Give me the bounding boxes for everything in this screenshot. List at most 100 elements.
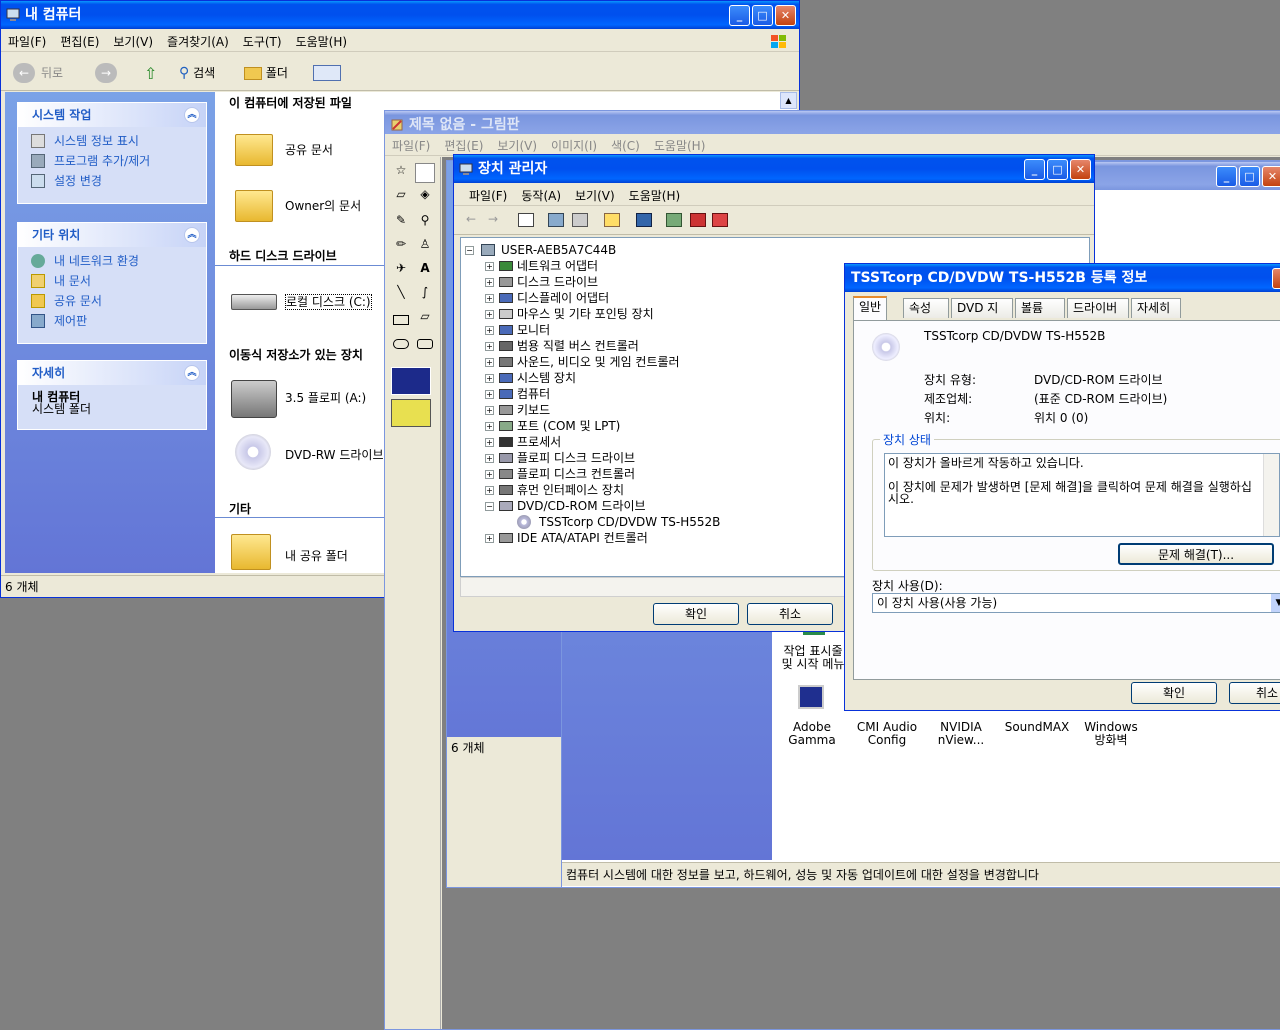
cp-icon-adobe-gamma[interactable]: Adobe Gamma	[772, 685, 852, 747]
expand-icon[interactable]: +	[485, 294, 494, 303]
help-icon[interactable]	[604, 213, 620, 227]
scan-hardware-icon[interactable]	[636, 213, 652, 227]
expand-icon[interactable]: +	[485, 390, 494, 399]
collapse-icon[interactable]: ︽	[184, 365, 200, 381]
folders-button[interactable]: 폴더	[244, 62, 288, 84]
tab-properties[interactable]: 속성	[903, 298, 949, 318]
maximize-button[interactable]: □	[1239, 166, 1260, 187]
up-folder-icon[interactable]: ⇧	[144, 64, 166, 83]
devmgr-titlebar[interactable]: 장치 관리자 _ □ ✕	[454, 155, 1094, 183]
magnifier-icon[interactable]: ⚲	[415, 213, 435, 233]
close-button[interactable]: ✕	[1262, 166, 1280, 187]
show-hide-tree-icon[interactable]	[518, 213, 534, 227]
expand-icon[interactable]: +	[485, 438, 494, 447]
forward-arrow-icon[interactable]: →	[95, 63, 117, 83]
option-icon[interactable]	[391, 367, 431, 395]
pencil-icon[interactable]: ✏	[391, 237, 411, 257]
expand-icon[interactable]: +	[485, 326, 494, 335]
place-control-panel[interactable]: 제어판	[18, 311, 206, 331]
properties-cancel-button[interactable]: 취소	[1229, 682, 1280, 704]
mycomputer-titlebar[interactable]: 내 컴퓨터 _ □ ✕	[1, 1, 799, 29]
task-view-system-info[interactable]: 시스템 정보 표시	[18, 131, 206, 151]
other-places-header[interactable]: 기타 위치 ︽	[18, 223, 206, 247]
search-button[interactable]: ⚲ 검색	[179, 62, 215, 84]
expand-icon[interactable]: +	[485, 470, 494, 479]
place-shared-documents[interactable]: 공유 문서	[18, 291, 206, 311]
task-change-settings[interactable]: 설정 변경	[18, 171, 206, 191]
back-arrow-icon[interactable]: ←	[466, 212, 476, 226]
cp-icon-soundmax-line1[interactable]: SoundMAX	[997, 721, 1077, 734]
color-picker-icon[interactable]: ✎	[391, 213, 411, 233]
troubleshoot-button[interactable]: 문제 해결(T)...	[1118, 543, 1274, 565]
expand-icon[interactable]: +	[485, 406, 494, 415]
free-select-icon[interactable]: ☆	[391, 163, 411, 183]
system-tasks-header[interactable]: 시스템 작업 ︽	[18, 103, 206, 127]
tab-details[interactable]: 자세히	[1131, 298, 1181, 318]
task-add-remove-programs[interactable]: 프로그램 추가/제거	[18, 151, 206, 171]
menu-edit[interactable]: 편집(E)	[53, 30, 106, 53]
collapse-icon[interactable]: ︽	[184, 227, 200, 243]
devmgr-menu-help[interactable]: 도움말(H)	[622, 184, 688, 207]
close-button[interactable]: ✕	[775, 5, 796, 26]
eraser-icon[interactable]: ▱	[391, 187, 411, 207]
maximize-button[interactable]: □	[752, 5, 773, 26]
update-driver-icon[interactable]	[666, 213, 682, 227]
expand-icon[interactable]: +	[485, 262, 494, 271]
devmgr-menu-view[interactable]: 보기(V)	[568, 184, 622, 207]
close-button[interactable]: ✕	[1070, 159, 1091, 180]
expand-icon[interactable]: +	[485, 454, 494, 463]
devmgr-ok-button[interactable]: 확인	[653, 603, 739, 625]
option-icon[interactable]	[391, 399, 431, 427]
minimize-button[interactable]: _	[1024, 159, 1045, 180]
menu-tools[interactable]: 도구(T)	[236, 30, 289, 53]
place-network[interactable]: 내 네트워크 환경	[18, 251, 206, 271]
expand-icon[interactable]: +	[485, 310, 494, 319]
expand-icon[interactable]: +	[485, 342, 494, 351]
minimize-button[interactable]: _	[729, 5, 750, 26]
properties-ok-button[interactable]: 확인	[1131, 682, 1217, 704]
devmgr-menu-action[interactable]: 동작(A)	[514, 184, 568, 207]
curve-icon[interactable]: ∫	[415, 285, 435, 305]
expand-icon[interactable]: +	[485, 278, 494, 287]
views-icon[interactable]	[313, 65, 341, 81]
devmgr-menu-file[interactable]: 파일(F)	[462, 184, 514, 207]
paint-menu-file[interactable]: 파일(F)	[385, 134, 437, 157]
collapse-icon[interactable]: −	[465, 246, 474, 255]
disable-icon[interactable]	[712, 213, 728, 227]
expand-icon[interactable]: +	[485, 486, 494, 495]
brush-icon[interactable]: ♙	[415, 237, 435, 257]
properties-icon[interactable]	[548, 213, 564, 227]
tab-volume[interactable]: 볼륨	[1015, 298, 1065, 318]
details-header[interactable]: 자세히 ︽	[18, 361, 206, 385]
rect-select-icon[interactable]	[415, 163, 435, 183]
polygon-icon[interactable]: ▱	[415, 309, 435, 329]
menu-help[interactable]: 도움말(H)	[289, 30, 355, 53]
place-my-documents[interactable]: 내 문서	[18, 271, 206, 291]
expand-icon[interactable]: +	[485, 534, 494, 543]
uninstall-icon[interactable]	[690, 213, 706, 227]
collapse-icon[interactable]: −	[485, 502, 494, 511]
rectangle-icon[interactable]	[393, 315, 409, 325]
status-scrollbar[interactable]	[1263, 454, 1279, 536]
menu-view[interactable]: 보기(V)	[106, 30, 160, 53]
device-usage-select[interactable]: 이 장치 사용(사용 가능) ▼	[872, 593, 1280, 613]
tab-general[interactable]: 일반	[853, 296, 888, 320]
forward-arrow-icon[interactable]: →	[488, 212, 498, 226]
line-icon[interactable]: ╲	[391, 285, 411, 305]
tab-dvd-region[interactable]: DVD 지역	[951, 298, 1013, 333]
expand-icon[interactable]: +	[485, 422, 494, 431]
text-tool-icon[interactable]: A	[415, 261, 435, 281]
expand-icon[interactable]: +	[485, 358, 494, 367]
collapse-icon[interactable]: ︽	[184, 107, 200, 123]
menu-favorites[interactable]: 즐겨찾기(A)	[160, 30, 236, 53]
expand-icon[interactable]: +	[485, 374, 494, 383]
scroll-up-icon[interactable]: ▲	[780, 92, 797, 109]
ellipse-icon[interactable]	[393, 339, 409, 349]
fill-icon[interactable]: ◈	[415, 187, 435, 207]
minimize-button[interactable]: _	[1216, 166, 1237, 187]
maximize-button[interactable]: □	[1047, 159, 1068, 180]
rounded-rect-icon[interactable]	[417, 339, 433, 349]
devmgr-cancel-button[interactable]: 취소	[747, 603, 833, 625]
properties-titlebar[interactable]: TSSTcorp CD/DVDW TS-H552B 등록 정보	[845, 264, 1280, 292]
chevron-down-icon[interactable]: ▼	[1271, 594, 1280, 612]
